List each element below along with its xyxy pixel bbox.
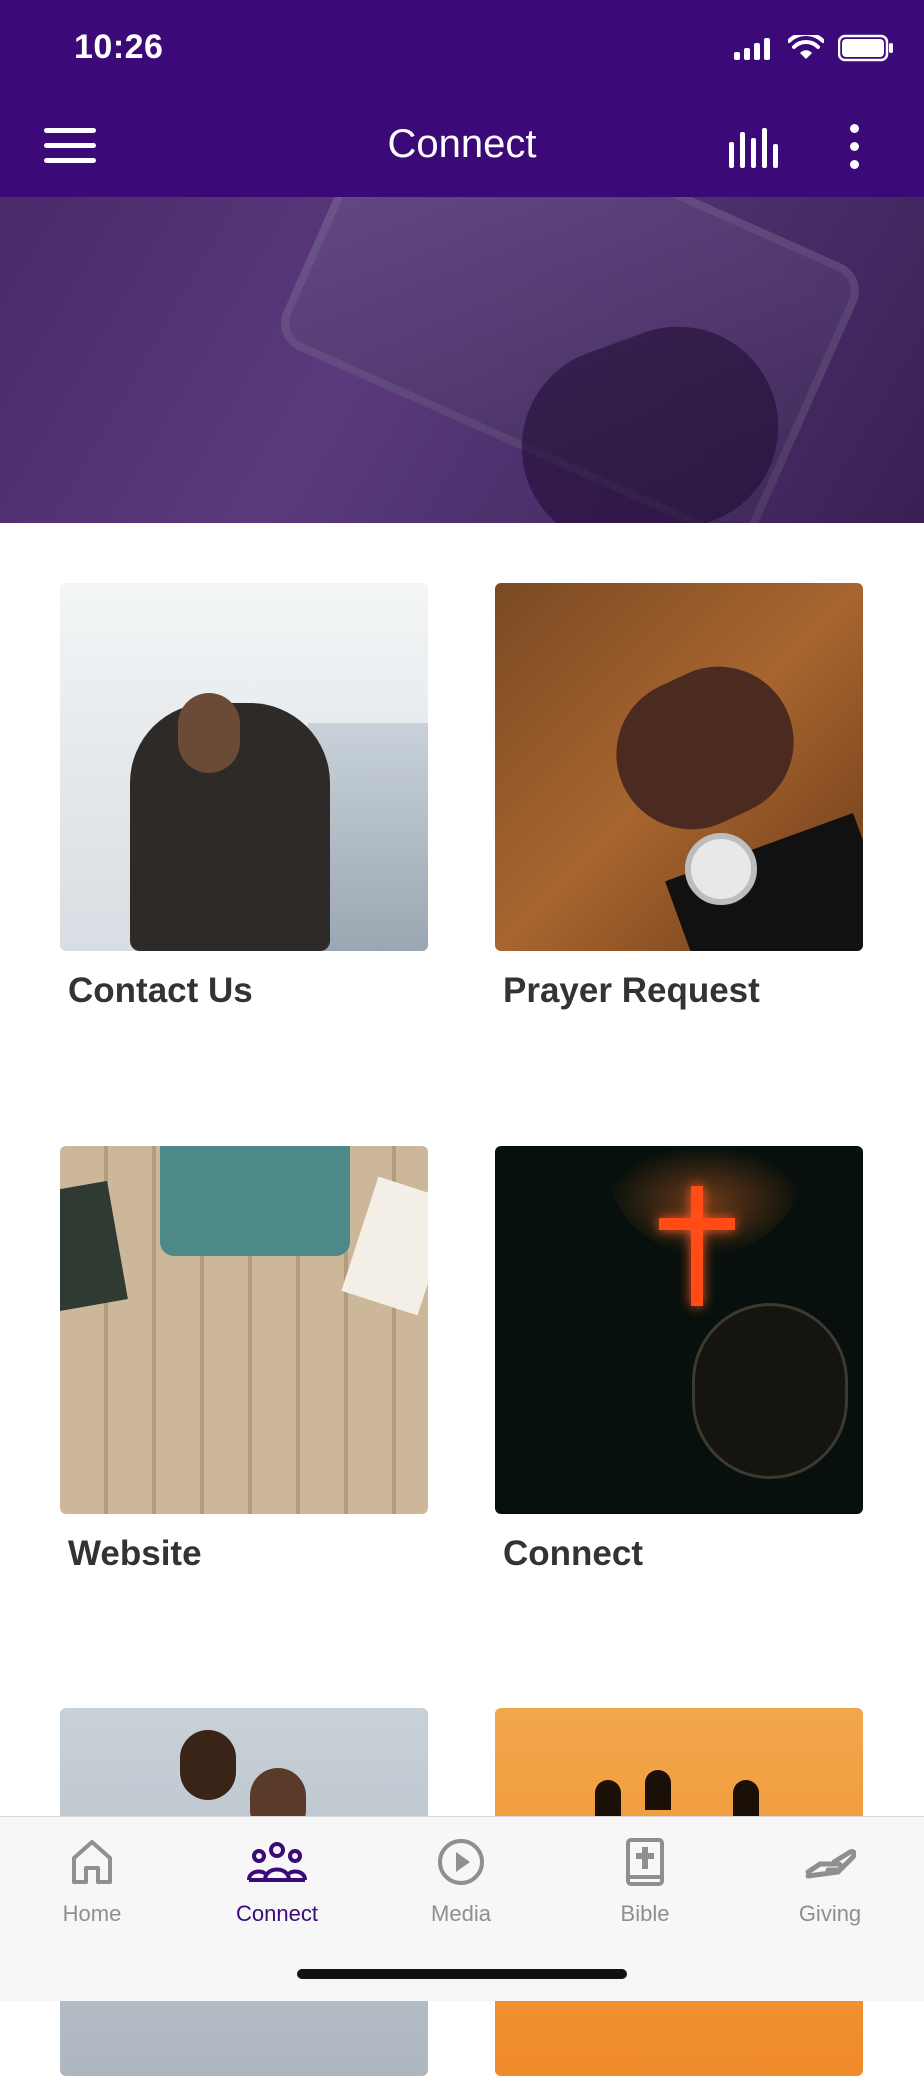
contact-us-image [60,583,428,951]
person-head [178,693,240,773]
tile-prayer-request[interactable]: Prayer Request [495,583,863,1011]
connect-image [495,1146,863,1514]
tab-giving[interactable]: Giving [755,1835,905,1927]
battery-icon [838,34,893,62]
tab-label: Connect [236,1901,318,1926]
tab-home[interactable]: Home [17,1835,167,1927]
cross-horizontal [659,1218,735,1230]
tile-label: Prayer Request [503,971,760,1010]
people-icon [247,1842,307,1882]
home-indicator[interactable] [297,1969,627,1979]
silhouette [733,1780,759,1820]
wristwatch [685,833,757,905]
dot-icon [849,160,859,169]
tile-label: Connect [503,1534,643,1573]
tab-label: Bible [620,1901,670,1926]
dot-icon [849,142,859,151]
book-shape [60,1180,128,1312]
person-face [695,1306,845,1476]
equalizer-icon[interactable] [729,128,781,168]
tab-label: Media [431,1901,491,1926]
dot-icon [849,124,859,133]
silhouette [645,1770,671,1810]
signal-icon [734,38,770,60]
tile-connect[interactable]: Connect [495,1146,863,1574]
tab-media[interactable]: Media [386,1835,536,1927]
tab-connect[interactable]: Connect [202,1835,352,1927]
status-icons [734,34,894,62]
typewriter-shape [160,1146,350,1256]
person-head [180,1730,236,1800]
hero-banner-image [0,197,924,523]
home-icon [72,1840,112,1884]
praying-hands [591,641,819,855]
website-image [60,1146,428,1514]
tile-label: Website [68,1534,202,1573]
tab-label: Giving [798,1901,862,1926]
silhouette [595,1780,621,1820]
tile-label: Contact Us [68,971,253,1010]
more-options-button[interactable] [848,124,860,172]
paper-shape [341,1176,428,1316]
giving-hand-icon [805,1849,856,1879]
tile-website[interactable]: Website [60,1146,428,1574]
tile-contact-us[interactable]: Contact Us [60,583,428,1011]
page-title: Connect [387,122,537,166]
prayer-request-image [495,583,863,951]
tab-label: Home [62,1901,122,1926]
wifi-icon [788,35,824,59]
play-circle-icon [438,1839,484,1885]
tab-bible[interactable]: Bible [570,1835,720,1927]
cross-vertical [691,1186,703,1306]
top-app-bar: 10:26 Connect [0,0,924,197]
bible-icon [626,1838,664,1886]
glow [605,1146,805,1256]
status-time: 10:26 [74,28,164,66]
